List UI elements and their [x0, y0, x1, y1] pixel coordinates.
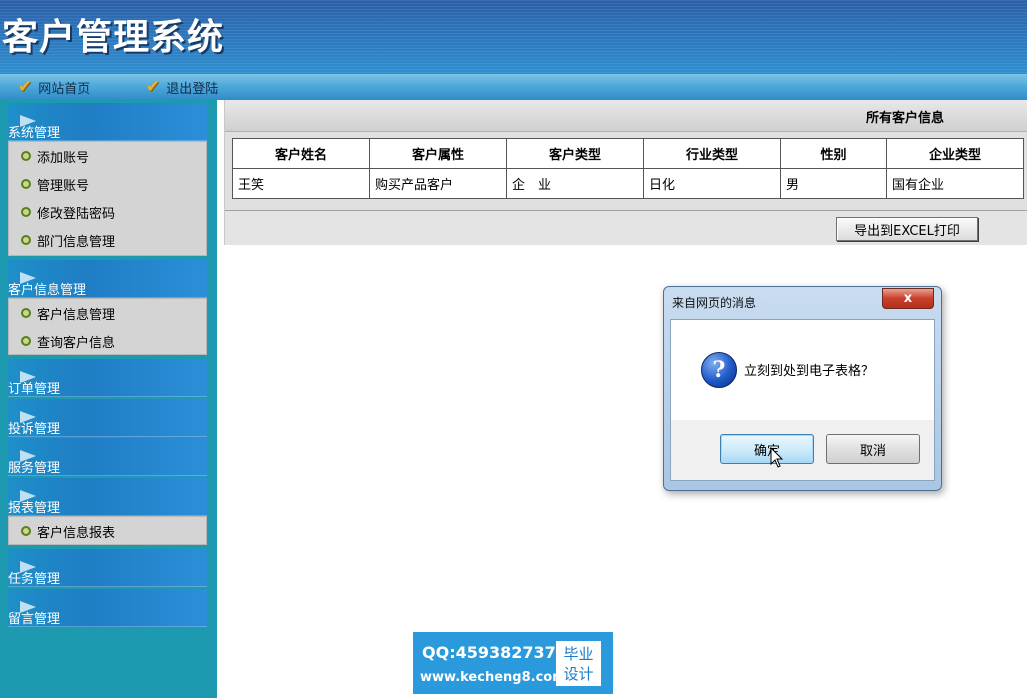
table-cell: 王笑	[232, 168, 370, 199]
column-header[interactable]: 行业类型	[643, 138, 781, 169]
checkmark-icon: ✔	[146, 77, 161, 97]
sidebar-group-customer[interactable]: 客户信息管理	[8, 260, 207, 298]
sidebar-group-label: 任务管理	[8, 572, 61, 587]
table-cell: 日化	[643, 168, 781, 199]
sidebar-group-items: 客户信息报表	[8, 516, 207, 545]
nav-logout-link[interactable]: ✔ 退出登陆	[146, 77, 219, 97]
sidebar-group-complaints[interactable]: 投诉管理	[8, 399, 207, 437]
sidebar-group-items: 客户信息管理 查询客户信息	[8, 298, 207, 355]
sidebar-item-label: 查询客户信息	[37, 335, 116, 351]
panel-title: 所有客户信息	[865, 111, 944, 126]
close-icon[interactable]: x	[882, 288, 934, 309]
sidebar-item-label: 部门信息管理	[37, 234, 116, 250]
sidebar-group-label: 留言管理	[8, 612, 61, 627]
customer-list-panel: 所有客户信息 客户姓名 客户属性 客户类型 行业类型 性别 企业类型 王笑 购买…	[224, 100, 1027, 245]
sidebar-group-label: 系统管理	[8, 126, 61, 141]
sidebar-group-label: 服务管理	[8, 461, 61, 476]
watermark-banner: QQ:459382737 www.kecheng8.com 毕业 设计	[413, 632, 613, 694]
bullet-icon	[21, 179, 31, 189]
nav-home-link[interactable]: ✔ 网站首页	[18, 77, 91, 97]
dialog-body: ? 立刻到处到电子表格？	[670, 319, 935, 422]
sidebar-item-manage-account[interactable]: 管理账号	[9, 170, 206, 198]
app-header: 客户管理系统	[0, 0, 1027, 74]
sidebar-group-reports[interactable]: 报表管理	[8, 478, 207, 516]
sidebar-item-customer-manage[interactable]: 客户信息管理	[9, 299, 206, 327]
table-cell: 男	[780, 168, 887, 199]
table-cell: 企 业	[506, 168, 644, 199]
sidebar-item-label: 添加账号	[37, 150, 90, 166]
dialog-message: 立刻到处到电子表格？	[744, 364, 875, 379]
watermark-url: www.kecheng8.com	[420, 670, 566, 685]
watermark-qq: QQ:459382737	[422, 643, 556, 662]
checkmark-icon: ✔	[18, 77, 33, 97]
sidebar-item-label: 客户信息报表	[37, 525, 116, 541]
sidebar-item-change-password[interactable]: 修改登陆密码	[9, 198, 206, 226]
bullet-icon	[21, 308, 31, 318]
sidebar-group-service[interactable]: 服务管理	[8, 438, 207, 476]
sidebar-group-label: 客户信息管理	[8, 283, 87, 298]
bullet-icon	[21, 235, 31, 245]
cancel-button[interactable]: 取消	[826, 434, 920, 464]
app-title: 客户管理系统	[2, 16, 225, 58]
bullet-icon	[21, 336, 31, 346]
column-header[interactable]: 企业类型	[886, 138, 1024, 169]
ok-button[interactable]: 确定	[720, 434, 814, 464]
column-header[interactable]: 客户姓名	[232, 138, 370, 169]
nav-home-label: 网站首页	[38, 81, 91, 97]
dialog-footer: 确定 取消	[670, 420, 935, 481]
nav-logout-label: 退出登陆	[166, 81, 219, 97]
table-row[interactable]: 王笑 购买产品客户 企 业 日化 男 国有企业	[232, 168, 1024, 199]
sidebar-item-add-account[interactable]: 添加账号	[9, 142, 206, 170]
sidebar-group-items: 添加账号 管理账号 修改登陆密码 部门信息管理	[8, 141, 207, 256]
sidebar-item-customer-report[interactable]: 客户信息报表	[9, 517, 206, 545]
sidebar-group-label: 投诉管理	[8, 422, 61, 437]
sidebar-group-tasks[interactable]: 任务管理	[8, 549, 207, 587]
sidebar-group-label: 订单管理	[8, 382, 61, 397]
watermark-badge-line2: 设计	[563, 664, 594, 683]
sidebar-item-label: 客户信息管理	[37, 307, 116, 323]
sidebar-item-customer-query[interactable]: 查询客户信息	[9, 327, 206, 355]
question-icon: ?	[701, 352, 737, 388]
sidebar-group-messages[interactable]: 留言管理	[8, 589, 207, 627]
panel-footer: 导出到EXCEL打印	[225, 210, 1027, 245]
sidebar-item-label: 管理账号	[37, 178, 90, 194]
sidebar-item-department[interactable]: 部门信息管理	[9, 226, 206, 254]
export-excel-button[interactable]: 导出到EXCEL打印	[836, 217, 978, 241]
column-header[interactable]: 客户类型	[506, 138, 644, 169]
bullet-icon	[21, 151, 31, 161]
dialog-title: 来自网页的消息	[672, 296, 757, 310]
table-cell: 国有企业	[886, 168, 1024, 199]
bullet-icon	[21, 207, 31, 217]
sidebar-group-label: 报表管理	[8, 501, 61, 516]
bullet-icon	[21, 526, 31, 536]
panel-title-bar: 所有客户信息	[225, 100, 1027, 132]
sidebar-group-orders[interactable]: 订单管理	[8, 359, 207, 397]
customer-table: 客户姓名 客户属性 客户类型 行业类型 性别 企业类型 王笑 购买产品客户 企 …	[232, 138, 1024, 199]
column-header[interactable]: 性别	[780, 138, 887, 169]
watermark-badge-line1: 毕业	[563, 644, 594, 663]
table-cell: 购买产品客户	[369, 168, 507, 199]
top-nav: ✔ 网站首页 ✔ 退出登陆	[0, 74, 1027, 100]
watermark-badge: 毕业 设计	[556, 641, 601, 686]
sidebar: 系统管理 添加账号 管理账号 修改登陆密码 部门信息管理 客户信息管理 客户信息…	[0, 100, 217, 698]
table-header-row: 客户姓名 客户属性 客户类型 行业类型 性别 企业类型	[232, 138, 1024, 169]
confirm-dialog: 来自网页的消息 x ? 立刻到处到电子表格？ 确定 取消	[663, 286, 942, 491]
sidebar-group-system[interactable]: 系统管理	[8, 103, 207, 141]
column-header[interactable]: 客户属性	[369, 138, 507, 169]
sidebar-item-label: 修改登陆密码	[37, 206, 116, 222]
